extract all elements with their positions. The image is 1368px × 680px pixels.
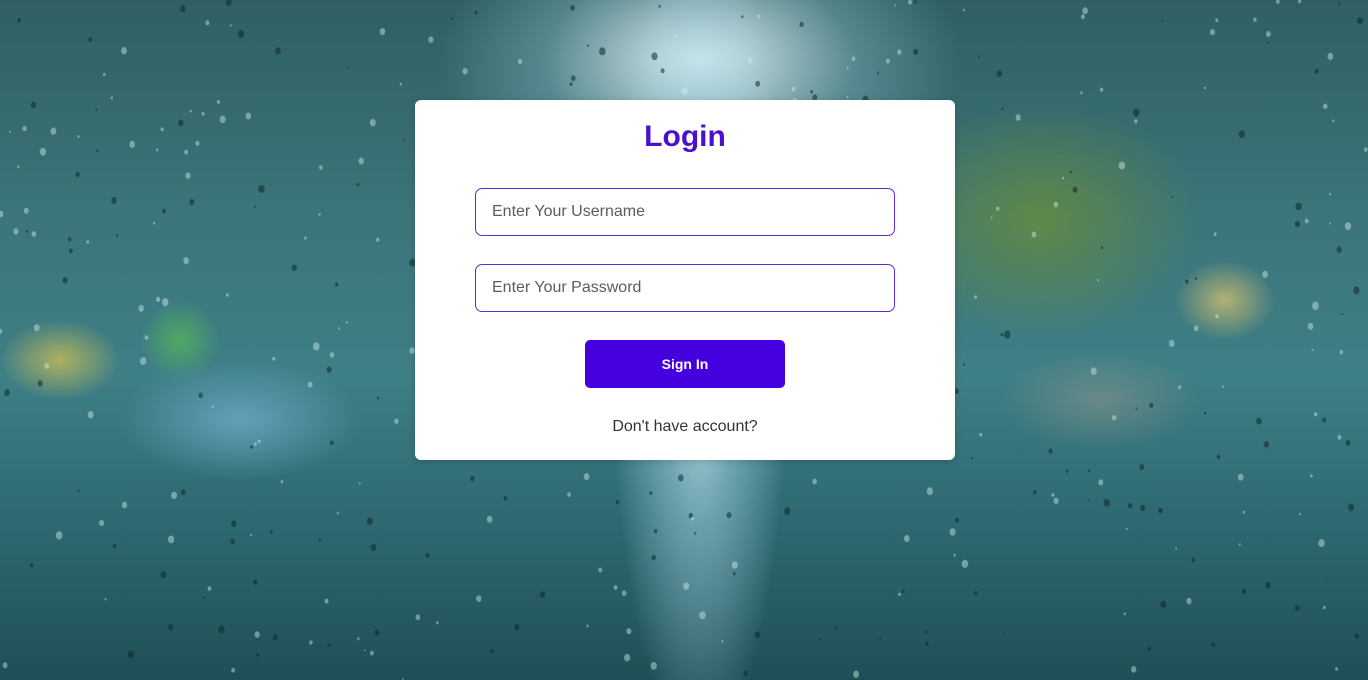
sign-in-button[interactable]: Sign In <box>585 340 785 388</box>
username-input[interactable] <box>475 188 895 236</box>
page-title: Login <box>644 120 726 153</box>
login-card: Login Sign In Don't have account? <box>415 100 955 460</box>
signup-link[interactable]: Don't have account? <box>415 418 955 436</box>
password-input[interactable] <box>475 264 895 312</box>
